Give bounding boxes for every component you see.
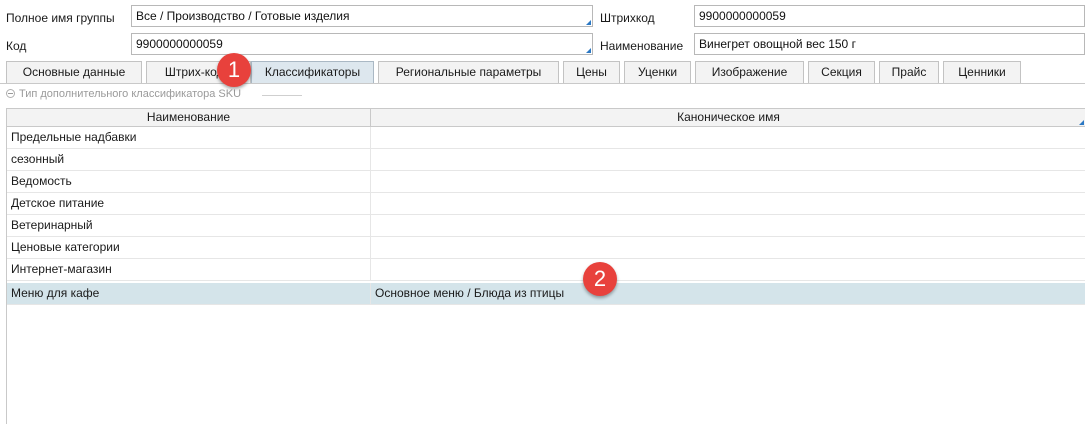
group-name-label: Полное имя группы xyxy=(6,11,115,25)
field-corner-marker xyxy=(586,20,591,25)
table-row[interactable]: Детское питание xyxy=(7,193,1085,215)
table-row[interactable]: сезонный xyxy=(7,149,1085,171)
column-header-canonical[interactable]: Каноническое имя xyxy=(371,109,1085,126)
sort-indicator-icon xyxy=(1079,120,1084,125)
code-label: Код xyxy=(6,39,27,53)
tab-section[interactable]: Секция xyxy=(808,61,875,83)
table-row[interactable]: Ведомость xyxy=(7,171,1085,193)
cell-name: Меню для кафе xyxy=(11,286,100,300)
name-value: Винегрет овощной вес 150 г xyxy=(699,37,856,51)
cell-canonical xyxy=(370,215,1085,236)
group-name-value: Все / Производство / Готовые изделия xyxy=(136,9,350,23)
header-form: Полное имя группы Все / Производство / Г… xyxy=(0,0,1085,60)
cell-name: Детское питание xyxy=(11,196,105,210)
cell-name: Ветеринарный xyxy=(11,218,93,232)
name-field[interactable]: Винегрет овощной вес 150 г xyxy=(694,33,1085,55)
column-header-name[interactable]: Наименование xyxy=(7,109,370,126)
cell-canonical xyxy=(370,259,1085,280)
field-corner-marker xyxy=(586,48,591,53)
barcode-value: 9900000000059 xyxy=(699,9,786,23)
cell-canonical xyxy=(370,127,1085,148)
cell-canonical xyxy=(370,149,1085,170)
grid-header: Наименование Каноническое имя xyxy=(7,109,1085,127)
cell-canonical: Основное меню / Блюда из птицы xyxy=(370,283,1085,304)
annotation-badge-2: 2 xyxy=(583,262,617,296)
table-row-selected[interactable]: Меню для кафе Основное меню / Блюда из п… xyxy=(7,283,1085,305)
barcode-label: Штрихкод xyxy=(600,11,655,25)
classifier-grid: Наименование Каноническое имя Предельные… xyxy=(6,108,1085,424)
tab-classifiers[interactable]: Классификаторы xyxy=(251,61,374,83)
name-label: Наименование xyxy=(600,39,684,53)
cell-name: сезонный xyxy=(11,152,65,166)
tab-price-list[interactable]: Прайс xyxy=(879,61,939,83)
table-row[interactable]: Ценовые категории xyxy=(7,237,1085,259)
collapse-icon[interactable] xyxy=(6,89,15,98)
cell-canonical xyxy=(370,193,1085,214)
code-value: 9900000000059 xyxy=(136,37,223,51)
tab-bar: Основные данные Штрих-коды Классификатор… xyxy=(0,60,1085,84)
table-row[interactable]: Ветеринарный xyxy=(7,215,1085,237)
section-title: Тип дополнительного классификатора SKU xyxy=(19,88,242,100)
tab-main-data[interactable]: Основные данные xyxy=(6,61,142,83)
tab-regional-params[interactable]: Региональные параметры xyxy=(378,61,559,83)
table-row[interactable]: Интернет-магазин xyxy=(7,259,1085,281)
cell-name: Ведомость xyxy=(11,174,72,188)
annotation-badge-1: 1 xyxy=(217,53,251,87)
tab-prices[interactable]: Цены xyxy=(563,61,620,83)
cell-canonical xyxy=(370,171,1085,192)
barcode-field[interactable]: 9900000000059 xyxy=(694,5,1085,27)
tab-price-tags[interactable]: Ценники xyxy=(943,61,1021,83)
group-name-field[interactable]: Все / Производство / Готовые изделия xyxy=(131,5,593,27)
section-divider xyxy=(262,95,302,96)
cell-name: Ценовые категории xyxy=(11,240,120,254)
cell-canonical xyxy=(370,237,1085,258)
cell-name: Интернет-магазин xyxy=(11,262,112,276)
classifier-section-header[interactable]: Тип дополнительного классификатора SKU xyxy=(6,88,241,102)
tab-markdowns[interactable]: Уценки xyxy=(624,61,691,83)
tab-image[interactable]: Изображение xyxy=(695,61,804,83)
table-row[interactable]: Предельные надбавки xyxy=(7,127,1085,149)
code-field[interactable]: 9900000000059 xyxy=(131,33,593,55)
cell-name: Предельные надбавки xyxy=(11,130,137,144)
